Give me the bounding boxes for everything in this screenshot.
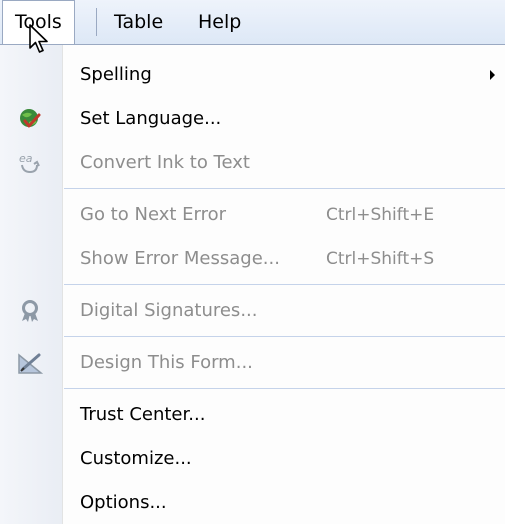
menu-separator bbox=[64, 336, 505, 337]
menu-separator bbox=[64, 284, 505, 285]
menu-item-design-form-label: Design This Form... bbox=[80, 352, 253, 373]
menu-separator bbox=[64, 188, 505, 189]
submenu-arrow-icon bbox=[490, 70, 495, 80]
ink-convert-icon: ea bbox=[17, 151, 43, 175]
menu-item-next-error-shortcut: Ctrl+Shift+E bbox=[326, 205, 435, 225]
menu-item-digital-signatures[interactable]: Digital Signatures... bbox=[0, 291, 505, 331]
digital-signature-icon bbox=[17, 299, 43, 323]
menu-item-spelling[interactable]: Spelling bbox=[0, 55, 505, 95]
mouse-cursor-icon bbox=[28, 24, 52, 54]
menu-table-label: Table bbox=[114, 11, 164, 33]
menu-separator bbox=[64, 388, 505, 389]
window: Tools Table Help Spelling Set Language..… bbox=[0, 0, 505, 524]
menu-item-set-language-label: Set Language... bbox=[80, 108, 222, 129]
menu-bar-divider bbox=[96, 8, 97, 36]
menu-item-show-error-shortcut: Ctrl+Shift+S bbox=[326, 249, 435, 269]
globe-check-icon bbox=[17, 107, 43, 131]
design-form-icon bbox=[17, 351, 44, 375]
menu-item-design-form[interactable]: Design This Form... bbox=[0, 343, 505, 383]
menu-item-next-error-label: Go to Next Error bbox=[80, 204, 227, 225]
menu-item-set-language[interactable]: Set Language... bbox=[0, 99, 505, 139]
svg-text:ea: ea bbox=[19, 152, 33, 165]
menu-help-label: Help bbox=[198, 11, 242, 33]
menu-item-customize-label: Customize... bbox=[80, 448, 192, 469]
menu-item-show-error[interactable]: Show Error Message... Ctrl+Shift+S bbox=[0, 239, 505, 279]
menu-item-customize[interactable]: Customize... bbox=[0, 439, 505, 479]
menu-item-options-label: Options... bbox=[80, 492, 167, 513]
menu-item-convert-ink-label: Convert Ink to Text bbox=[80, 152, 250, 173]
menu-help[interactable]: Help bbox=[186, 0, 253, 44]
menu-bar: Tools Table Help bbox=[0, 0, 505, 44]
menu-item-convert-ink[interactable]: ea Convert Ink to Text bbox=[0, 143, 505, 183]
menu-item-options[interactable]: Options... bbox=[0, 483, 505, 523]
menu-item-show-error-label: Show Error Message... bbox=[80, 248, 280, 269]
menu-item-trust-center-label: Trust Center... bbox=[80, 404, 206, 425]
menu-item-spelling-label: Spelling bbox=[80, 64, 152, 85]
tools-dropdown-menu: Spelling Set Language... ea Convert Ink … bbox=[0, 44, 505, 524]
menu-table[interactable]: Table bbox=[102, 0, 175, 44]
menu-item-trust-center[interactable]: Trust Center... bbox=[0, 395, 505, 435]
menu-item-next-error[interactable]: Go to Next Error Ctrl+Shift+E bbox=[0, 195, 505, 235]
menu-item-digital-signatures-label: Digital Signatures... bbox=[80, 300, 258, 321]
